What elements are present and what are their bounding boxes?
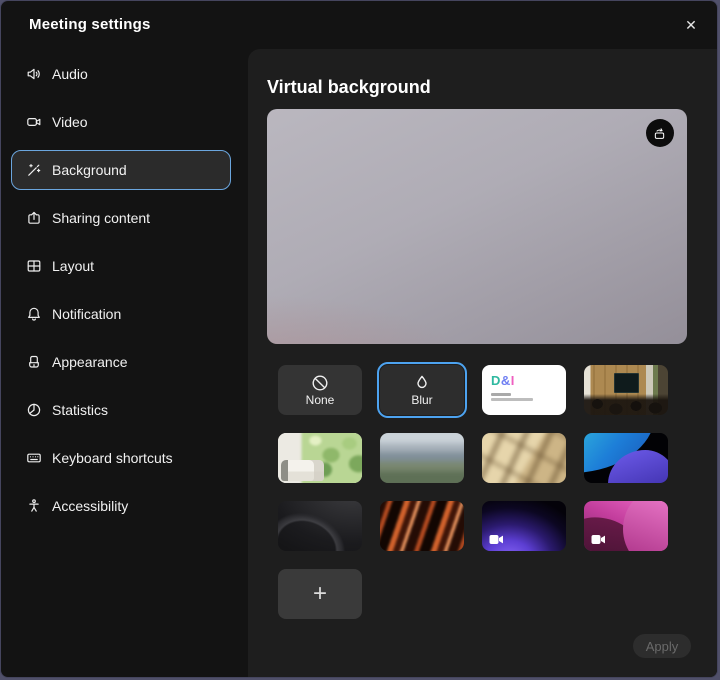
tile-label: Blur: [411, 393, 432, 407]
sidebar-item-label: Video: [52, 114, 88, 130]
camera-preview: [267, 109, 687, 344]
droplet-icon: [412, 373, 432, 393]
background-tile-d-and-i[interactable]: D&I: [482, 365, 566, 415]
sidebar-item-sharing-content[interactable]: Sharing content: [11, 198, 231, 238]
background-tile-living-room[interactable]: [278, 433, 362, 483]
background-tile-blur[interactable]: Blur: [380, 365, 464, 415]
sidebar-item-video[interactable]: Video: [11, 102, 231, 142]
logo-caption-line: [491, 393, 511, 396]
share-icon: [26, 210, 42, 226]
background-tile-lava-marble[interactable]: [380, 501, 464, 551]
paintbrush-icon: [26, 354, 42, 370]
pie-chart-icon: [26, 402, 42, 418]
background-tile-blurred-mountains[interactable]: [380, 433, 464, 483]
background-tile-grid: None Blur D&I +: [278, 365, 668, 619]
d-and-i-logo: D&I: [491, 373, 515, 388]
background-tile-pink-waves[interactable]: [584, 501, 668, 551]
keyboard-icon: [26, 450, 42, 466]
sidebar-item-appearance[interactable]: Appearance: [11, 342, 231, 382]
sidebar-item-notification[interactable]: Notification: [11, 294, 231, 334]
camera-icon: [26, 114, 42, 130]
sidebar-item-background[interactable]: Background: [11, 150, 231, 190]
dialog-title: Meeting settings: [29, 16, 151, 33]
flip-camera-icon: [652, 125, 668, 141]
background-tile-office-room[interactable]: [584, 365, 668, 415]
sidebar-item-label: Notification: [52, 306, 121, 322]
sidebar-item-label: Accessibility: [52, 498, 128, 514]
magic-wand-icon: [26, 162, 42, 178]
sidebar-item-keyboard-shortcuts[interactable]: Keyboard shortcuts: [11, 438, 231, 478]
plus-icon: +: [313, 582, 327, 606]
background-tile-purple-glow[interactable]: [482, 501, 566, 551]
apply-button[interactable]: Apply: [633, 634, 691, 658]
virtual-background-panel: Virtual background None Blur D&I + Apply: [248, 49, 717, 677]
sidebar-item-statistics[interactable]: Statistics: [11, 390, 231, 430]
sidebar-item-accessibility[interactable]: Accessibility: [11, 486, 231, 526]
sidebar-item-audio[interactable]: Audio: [11, 54, 231, 94]
logo-caption-line: [491, 398, 533, 401]
bell-icon: [26, 306, 42, 322]
background-tile-blue-abstract[interactable]: [584, 433, 668, 483]
settings-sidebar: Audio Video Background Sharing content Layou…: [1, 49, 248, 677]
title-bar: Meeting settings ✕: [1, 1, 717, 49]
panel-heading: Virtual background: [267, 77, 431, 98]
sidebar-item-label: Keyboard shortcuts: [52, 450, 173, 466]
layout-grid-icon: [26, 258, 42, 274]
sidebar-item-label: Layout: [52, 258, 94, 274]
accessibility-icon: [26, 498, 42, 514]
close-icon: ✕: [685, 17, 697, 34]
meeting-settings-dialog: Meeting settings ✕ Audio Video Background S…: [0, 0, 718, 678]
background-tile-dark-smoke[interactable]: [278, 501, 362, 551]
sidebar-item-label: Background: [52, 162, 127, 178]
video-camera-badge-icon: [489, 534, 504, 545]
speaker-icon: [26, 66, 42, 82]
video-camera-badge-icon: [591, 534, 606, 545]
sidebar-item-label: Sharing content: [52, 210, 150, 226]
close-button[interactable]: ✕: [677, 11, 705, 39]
sidebar-item-label: Audio: [52, 66, 88, 82]
sidebar-item-label: Statistics: [52, 402, 108, 418]
tile-label: None: [306, 393, 335, 407]
flip-camera-button[interactable]: [646, 119, 674, 147]
add-background-button[interactable]: +: [278, 569, 362, 619]
prohibit-icon: [310, 373, 330, 393]
background-tile-window-light[interactable]: [482, 433, 566, 483]
sidebar-item-label: Appearance: [52, 354, 128, 370]
sidebar-item-layout[interactable]: Layout: [11, 246, 231, 286]
background-tile-none[interactable]: None: [278, 365, 362, 415]
